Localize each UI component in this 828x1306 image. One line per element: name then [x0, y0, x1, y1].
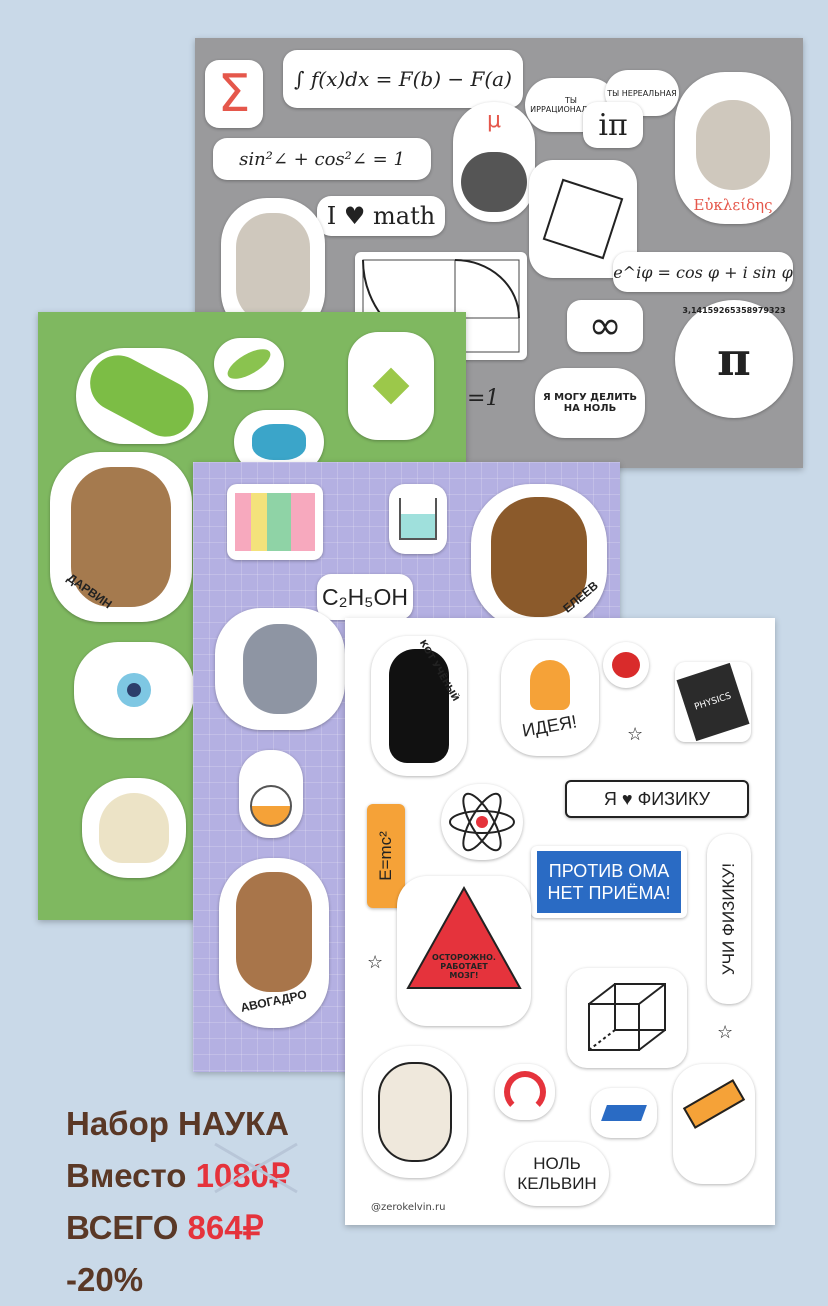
neuron-sticker: [74, 642, 194, 738]
beaker-icon: [399, 498, 437, 540]
graduation-cap-sticker: [591, 1088, 657, 1138]
bust-portrait-icon: [236, 213, 310, 323]
cube-sticker: [567, 968, 687, 1068]
lightbulb-icon: [530, 659, 570, 710]
neuron-icon: [127, 683, 141, 697]
new-price: 864₽: [187, 1209, 264, 1246]
warning-label: ОСТОРОЖНО. РАБОТАЕТ МОЗГ!: [432, 952, 496, 980]
emc2-label: E=mc²: [376, 831, 395, 881]
telescope-icon: [682, 1079, 746, 1129]
love-math-sticker: I ♥ math: [317, 196, 445, 236]
idea-label: ИДЕЯ!: [521, 710, 579, 741]
sigma-sticker: Σ: [205, 60, 263, 128]
flask-icon: [250, 785, 292, 827]
promo-block: Набор НАУКА Вместо 1080₽ ВСЕГО 864₽ -20%: [66, 1098, 298, 1306]
paramecium-sticker: [76, 345, 208, 447]
zero-kelvin-sticker: НОЛЬ КЕЛЬВИН: [505, 1142, 609, 1206]
mu-cat-sticker: μ: [453, 102, 535, 222]
ohm-law-sticker: ПРОТИВ ОМА НЕТ ПРИЁМА!: [531, 846, 687, 918]
telescope-sticker: [673, 1064, 755, 1184]
amoeba-icon: [252, 424, 306, 460]
pi-digits-label: 3,14159265358979323: [682, 306, 786, 315]
virus-icon: [372, 367, 410, 405]
leaf-sticker: [214, 338, 284, 390]
pi-symbol: π: [717, 332, 751, 386]
i-pi-sticker: iπ: [583, 102, 643, 148]
physics-sticker-sheet: КОТ УЧЁНЫЙ ИДЕЯ! PHYSICS ☆ Я ♥ ФИЗИКУ E=…: [345, 618, 775, 1225]
mendeleev-portrait-sticker: ЕЛЕЕВ: [471, 484, 607, 630]
star-icon: ☆: [627, 724, 644, 745]
skull-sticker: [82, 778, 186, 878]
euclid-portrait-sticker: Εὐκλείδης: [675, 72, 791, 224]
magnet-icon: [504, 1071, 546, 1113]
euclid-label: Εὐκλείδης: [693, 196, 773, 214]
ohm-law-label: ПРОТИВ ОМА НЕТ ПРИЁМА!: [537, 851, 681, 913]
physics-book-sticker: PHYSICS: [675, 662, 751, 742]
equals-one-label: =1: [467, 386, 500, 411]
flask-sticker: [239, 750, 303, 838]
apple-sticker: [603, 642, 649, 688]
euclid-portrait-icon: [696, 100, 770, 190]
scholar-cat-sticker: КОТ УЧЁНЫЙ: [371, 636, 467, 776]
mu-symbol: μ: [487, 108, 501, 133]
warning-brain-sticker: ОСТОРОЖНО. РАБОТАЕТ МОЗГ!: [397, 876, 531, 1026]
virus-sticker: [348, 332, 434, 440]
ethanol-sticker: C₂H₅OH: [317, 574, 413, 620]
infinity-sticker: ∞: [567, 300, 643, 352]
old-price: 1080₽: [196, 1142, 298, 1202]
new-price-line: ВСЕГО 864₽: [66, 1202, 290, 1254]
darwin-portrait-sticker: ДАРВИН: [50, 452, 192, 622]
avogadro-portrait-icon: [236, 872, 312, 992]
atom-icon: [449, 792, 515, 852]
atom-sticker: [441, 784, 523, 860]
trig-identity-sticker: sin²∠ + cos²∠ = 1: [213, 138, 431, 180]
husky-icon: [243, 624, 317, 714]
divide-zero-sticker: Я МОГУ ДЕЛИТЬ НА НОЛЬ: [535, 368, 645, 438]
periodic-table-icon: [235, 493, 315, 551]
paramecium-icon: [80, 345, 204, 447]
site-label: @zerokelvin.ru: [371, 1202, 446, 1213]
husky-flask-sticker: [215, 608, 345, 730]
periodic-table-sticker: [227, 484, 323, 560]
graduation-cap-icon: [601, 1105, 647, 1121]
learn-physics-sticker: УЧИ ФИЗИКУ!: [707, 834, 751, 1004]
magnet-sticker: [495, 1064, 555, 1120]
beaker-sticker: [389, 484, 447, 554]
idea-bulb-sticker: ИДЕЯ!: [501, 640, 599, 756]
pi-circle-sticker: 3,14159265358979323 π: [675, 300, 793, 418]
strike-cross-icon: [213, 1142, 298, 1194]
euler-formula-sticker: e^iφ = cos φ + i sin φ: [613, 252, 793, 292]
apple-icon: [612, 652, 640, 678]
cat-icon: [461, 152, 527, 212]
old-price-line: Вместо 1080₽: [66, 1142, 298, 1202]
einstein-portrait-icon: [378, 1062, 452, 1162]
integral-sticker: ∫ f(x)dx = F(b) − F(a): [283, 50, 523, 108]
star-icon: ☆: [717, 1022, 734, 1043]
pythagoras-figure-icon: [542, 178, 624, 260]
star-icon: ☆: [367, 952, 384, 973]
learn-physics-label: УЧИ ФИЗИКУ!: [719, 862, 739, 976]
skull-icon: [99, 793, 169, 863]
physics-book-icon: PHYSICS: [676, 662, 750, 742]
discount-label: -20%: [66, 1261, 144, 1298]
instead-label: Вместо: [66, 1157, 187, 1194]
cube-icon: [588, 983, 666, 1051]
leaf-icon: [223, 343, 275, 385]
avogadro-portrait-sticker: АВОГАДРО: [219, 858, 329, 1028]
love-physics-sticker: Я ♥ ФИЗИКУ: [565, 780, 749, 818]
einstein-sticker: [363, 1046, 467, 1178]
total-label: ВСЕГО: [66, 1209, 179, 1246]
